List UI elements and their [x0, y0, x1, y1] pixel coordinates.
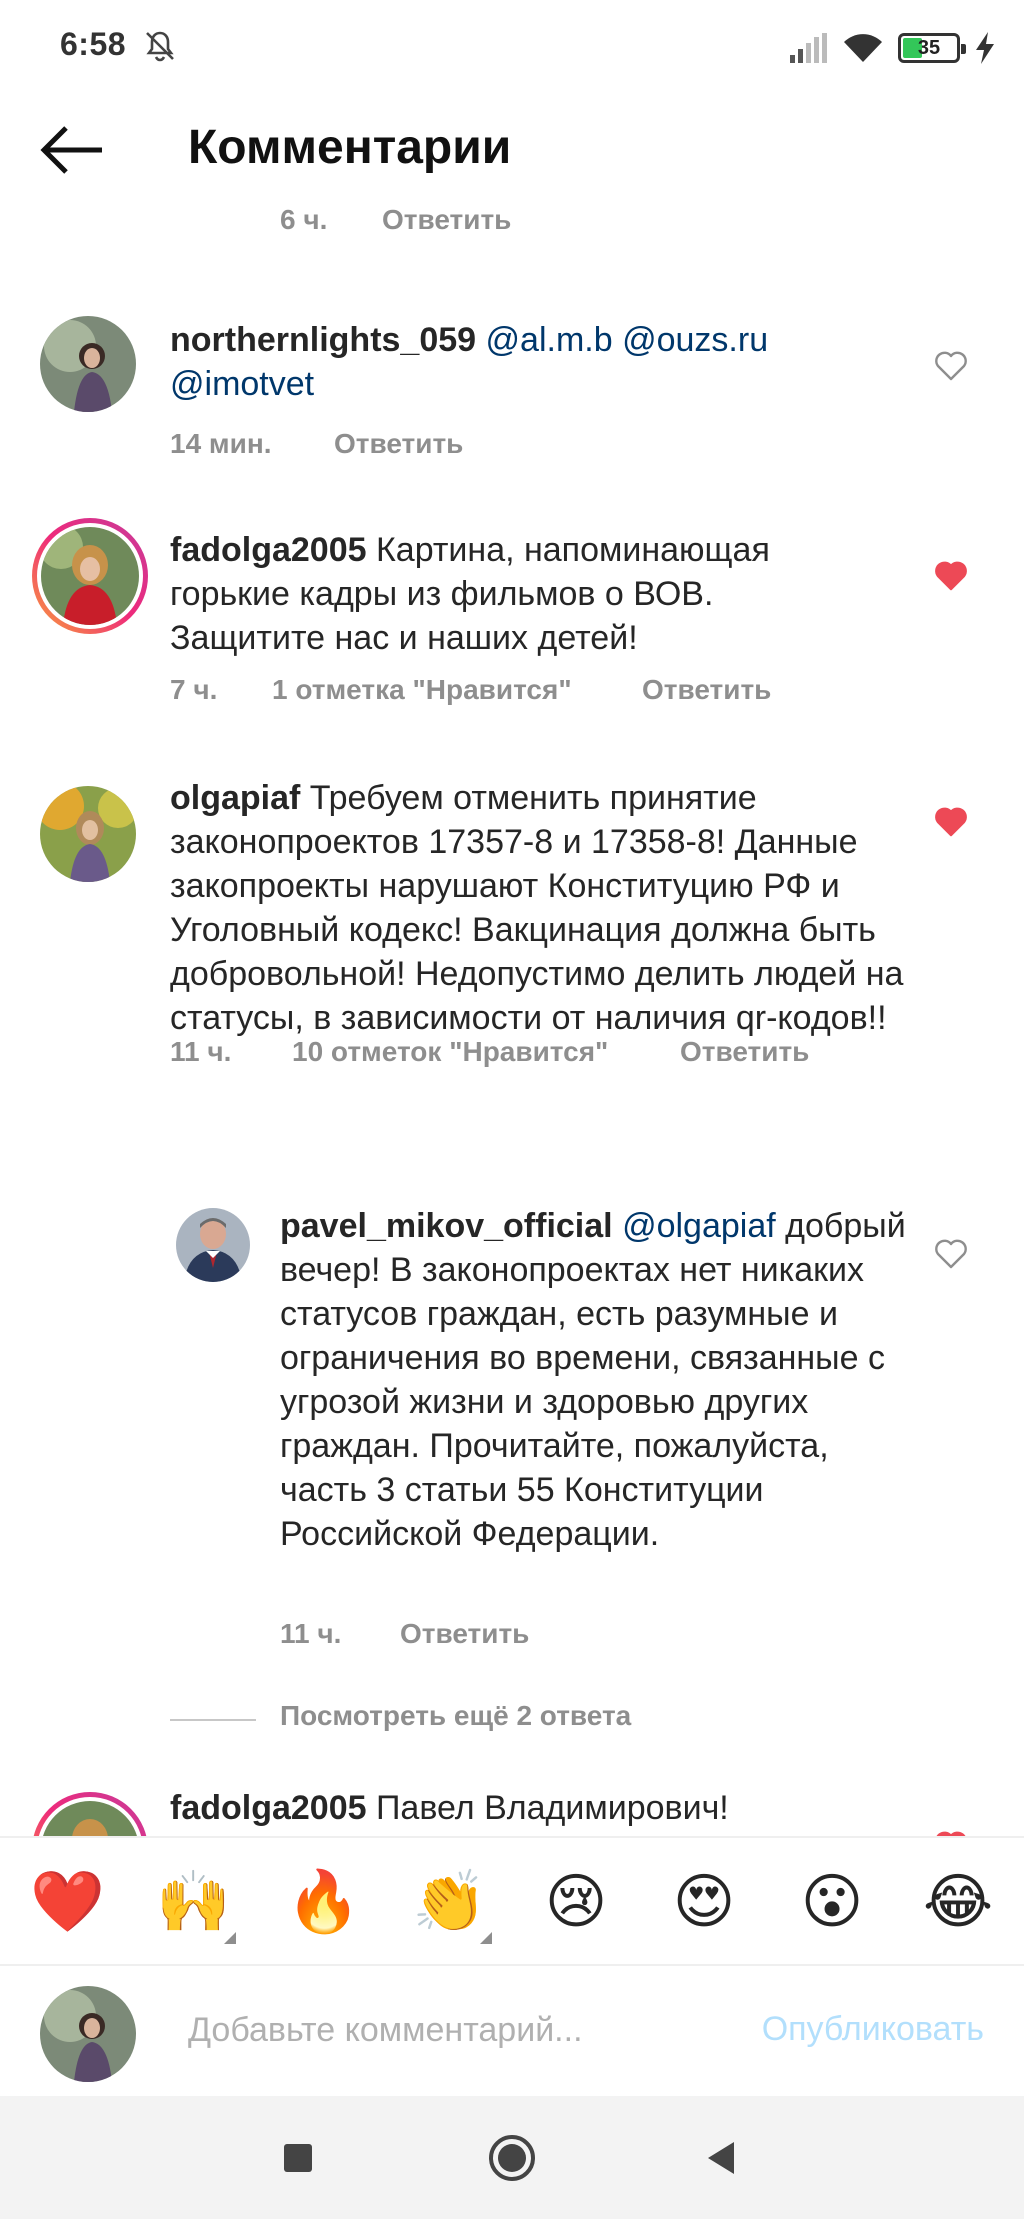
comment-username[interactable]: pavel_mikov_official: [280, 1207, 613, 1245]
battery-level: 35: [917, 37, 941, 59]
comment-body: fadolga2005 Картина, напоминающая горьки…: [170, 531, 770, 657]
back-icon[interactable]: [694, 2130, 750, 2186]
heart-outline-icon[interactable]: [934, 1238, 968, 1270]
comment-username[interactable]: fadolga2005: [170, 531, 367, 569]
comment-time: 11 ч.: [170, 1036, 232, 1067]
mention-link[interactable]: @imotvet: [170, 365, 314, 403]
comment-username[interactable]: northernlights_059: [170, 321, 476, 359]
bell-muted-icon: [146, 31, 174, 62]
fire-emoji[interactable]: 🔥: [286, 1866, 361, 1938]
home-icon[interactable]: [484, 2130, 540, 2186]
avatar[interactable]: [40, 316, 136, 412]
red-heart-emoji[interactable]: ❤️: [30, 1866, 105, 1938]
avatar[interactable]: [176, 1208, 250, 1282]
comment-time: 6 ч.: [280, 206, 328, 235]
comment-input[interactable]: [188, 2000, 708, 2060]
app-header: Комментарии: [0, 96, 1024, 206]
comment-time: 14 мин.: [170, 428, 272, 459]
heart-filled-icon[interactable]: [934, 560, 968, 592]
comment-username[interactable]: olgapiaf: [170, 779, 300, 817]
avatar-story-ring[interactable]: [32, 518, 148, 634]
likes-count[interactable]: 1 отметка "Нравится": [272, 674, 572, 706]
comment-body: fadolga2005 Павел Владимирович!: [170, 1789, 729, 1827]
comment-time: 7 ч.: [170, 674, 218, 705]
likes-count[interactable]: 10 отметок "Нравится": [292, 1036, 608, 1068]
comment-body: northernlights_059 @al.m.b @ouzs.ru @imot…: [170, 318, 930, 406]
mention-link[interactable]: @olgapiaf: [622, 1207, 776, 1245]
reply-button[interactable]: Ответить: [334, 428, 463, 460]
page-title: Комментарии: [188, 121, 512, 174]
crying-face-emoji[interactable]: 😢: [540, 1866, 612, 1938]
avatar-story-ring[interactable]: [32, 1792, 148, 1836]
charging-icon: [976, 32, 994, 64]
clapping-hands-emoji[interactable]: 👏: [412, 1866, 492, 1944]
surprised-face-emoji[interactable]: 😮: [796, 1866, 868, 1938]
comment-meta: 14 мин. Ответить: [0, 428, 1024, 464]
reply-item: pavel_mikov_official @olgapiaf добрый ве…: [0, 1204, 1024, 1654]
raising-hands-emoji[interactable]: 🙌: [156, 1866, 236, 1944]
system-nav-bar: [0, 2096, 1024, 2219]
reply-button[interactable]: Ответить: [400, 1618, 529, 1650]
emoji-bar: ❤️ 🙌 🔥 👏 😢 😍 😮 😂: [0, 1836, 1024, 1964]
view-more-replies[interactable]: Посмотреть ещё 2 ответа: [170, 1700, 870, 1740]
status-bar: 6:58 35: [0, 0, 1024, 96]
battery-icon: 35: [898, 33, 966, 63]
heart-outline-icon[interactable]: [934, 350, 968, 382]
divider-line: [170, 1719, 256, 1721]
partial-comment-meta: 6 ч. Ответить: [0, 206, 1024, 236]
comments-list[interactable]: 6 ч. Ответить northernlights_059 @al.m.b…: [0, 206, 1024, 1836]
screen: 6:58 35 Комментарии 6 ч. Ответить northe…: [0, 0, 1024, 2219]
wifi-icon: [844, 34, 882, 62]
signal-icon: [790, 33, 827, 63]
publish-button[interactable]: Опубликовать: [762, 2010, 984, 2049]
recent-apps-icon[interactable]: [270, 2130, 326, 2186]
comment-meta: 7 ч. 1 отметка "Нравится" Ответить: [0, 674, 1024, 710]
heart-eyes-emoji[interactable]: 😍: [668, 1866, 740, 1938]
comment-item: fadolga2005 Картина, напоминающая горьки…: [0, 518, 1024, 708]
comment-body: pavel_mikov_official @olgapiaf добрый ве…: [280, 1207, 906, 1553]
comment-input-row: Опубликовать: [0, 1964, 1024, 2096]
status-time: 6:58: [60, 26, 127, 62]
comment-time: 11 ч.: [280, 1618, 342, 1649]
reply-button[interactable]: Ответить: [382, 206, 511, 236]
avatar[interactable]: [40, 786, 136, 882]
comment-username[interactable]: fadolga2005: [170, 1789, 367, 1827]
view-more-label: Посмотреть ещё 2 ответа: [280, 1700, 632, 1731]
avatar: [40, 1986, 136, 2082]
back-arrow-icon[interactable]: [36, 118, 110, 182]
heart-filled-icon[interactable]: [934, 806, 968, 838]
mention-link[interactable]: @al.m.b: [486, 321, 613, 359]
comment-meta: 11 ч. Ответить: [0, 1618, 1024, 1654]
comment-item: fadolga2005 Павел Владимирович!: [0, 1786, 1024, 1836]
comment-meta: 11 ч. 10 отметок "Нравится" Ответить: [0, 1036, 1024, 1072]
reply-button[interactable]: Ответить: [680, 1036, 809, 1068]
mention-link[interactable]: @ouzs.ru: [622, 321, 768, 359]
comment-body: olgapiaf Требуем отменить принятие закон…: [170, 779, 904, 1037]
comment-item: olgapiaf Требуем отменить принятие закон…: [0, 776, 1024, 1067]
tears-of-joy-emoji[interactable]: 😂: [922, 1866, 994, 1938]
reply-button[interactable]: Ответить: [642, 674, 771, 706]
comment-item: northernlights_059 @al.m.b @ouzs.ru @imot…: [0, 316, 1024, 459]
status-icons: 35: [788, 28, 996, 68]
